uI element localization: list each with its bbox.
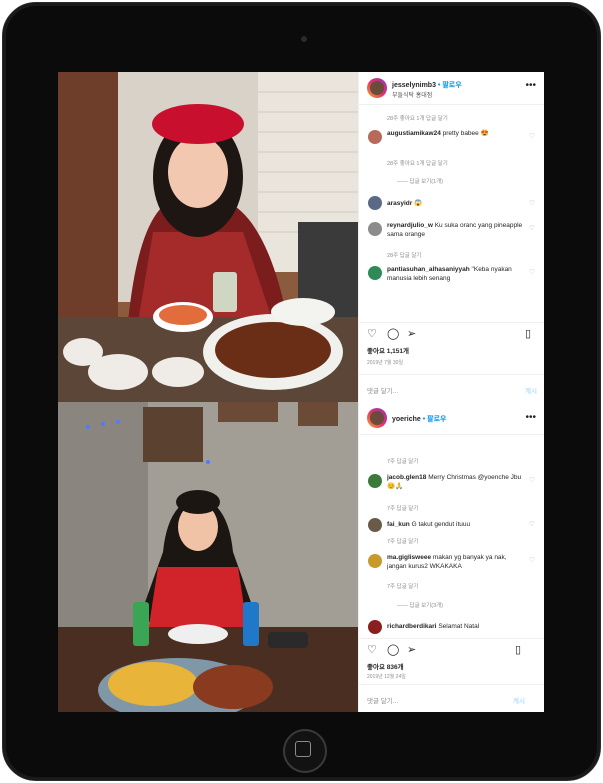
avatar[interactable]	[367, 78, 387, 98]
like-heart-icon[interactable]: ♡	[529, 199, 535, 207]
like-heart-icon[interactable]: ♡	[529, 556, 535, 564]
view-replies-label[interactable]: —— 답글 보기(1개)	[397, 177, 443, 185]
like-heart-icon[interactable]: ♡	[529, 268, 535, 276]
post-actions-2: ♡ ◯ ➢ ▯ 좋아요 836개 2019년 12월 24일	[359, 638, 544, 685]
follow-button[interactable]: • 팔로우	[423, 416, 447, 423]
post-username[interactable]: jesselynimb3 • 팔로우	[392, 80, 462, 90]
comment-item: pantiasuhan_alhasaniyyah "Keba nyakan ma…	[359, 263, 544, 291]
likes-count[interactable]: 좋아요 836개	[367, 661, 404, 671]
comment-meta: 7주 답글 달기	[387, 539, 419, 545]
avatar[interactable]	[368, 474, 382, 488]
avatar[interactable]	[368, 196, 382, 210]
likes-count[interactable]: 좋아요 1,151개	[367, 345, 409, 355]
instagram-post-1: jesselynimb3 • 팔로우 부들식탁 홍대점 ••• 28주 좋아요 …	[58, 72, 544, 402]
photo-illustration-2	[58, 402, 358, 712]
avatar[interactable]	[368, 266, 382, 280]
like-heart-icon[interactable]: ♡	[529, 132, 535, 140]
avatar[interactable]	[368, 620, 382, 634]
more-options-icon[interactable]: •••	[525, 412, 536, 423]
comment-text: reynardjulio_w Ku suka oranc yang pineap…	[387, 222, 523, 238]
bookmark-icon[interactable]: ▯	[515, 643, 521, 656]
add-comment-bar: 댓글 달기... 게시	[359, 374, 544, 403]
comment-text: richardberdikari Selamat Natal	[387, 623, 480, 630]
post-photo-1[interactable]	[58, 72, 358, 402]
comment-meta: 7주 답글 달기	[387, 459, 419, 465]
comment-text: pantiasuhan_alhasaniyyah "Keba nyakan ma…	[387, 266, 512, 282]
post-header-2: yoeriche • 팔로우 •••	[359, 402, 544, 435]
post-actions-1: ♡ ◯ ➢ ▯ 좋아요 1,151개 2019년 7월 30일	[359, 322, 544, 375]
like-heart-icon[interactable]: ♡	[529, 520, 535, 528]
view-replies[interactable]: —— 답글 보기(1개)	[359, 171, 544, 193]
comment-text: ma.giglisweee makan yg banyak ya nak, ja…	[387, 554, 507, 570]
like-heart-icon[interactable]: ♡	[529, 476, 535, 484]
comment-item: ma.giglisweee makan yg banyak ya nak, ja…	[359, 551, 544, 595]
comment-item: 28주 좋아요 1개 답글 달기	[359, 105, 544, 127]
instagram-post-2: yoeriche • 팔로우 ••• 7주 답글 달기 jacob.glen18…	[58, 402, 544, 712]
post-location[interactable]: 부들식탁 홍대점	[392, 90, 432, 99]
photo-illustration-1	[58, 72, 358, 402]
add-comment-bar: 댓글 달기... 게시	[359, 684, 544, 712]
like-heart-icon[interactable]: ♡	[367, 643, 377, 656]
post-photo-2[interactable]	[58, 402, 358, 712]
post-panel-2: yoeriche • 팔로우 ••• 7주 답글 달기 jacob.glen18…	[358, 402, 544, 712]
comment-meta: 7주 답글 달기	[387, 584, 419, 590]
add-comment-input[interactable]: 댓글 달기...	[367, 385, 398, 395]
post-date: 2019년 7월 30일	[367, 360, 404, 366]
like-heart-icon[interactable]: ♡	[529, 224, 535, 232]
comment-icon[interactable]: ◯	[387, 327, 399, 340]
post-comment-button[interactable]: 게시	[513, 695, 525, 705]
comment-text: fai_kun G takut gendut ituuu	[387, 521, 471, 528]
comment-icon[interactable]: ◯	[387, 643, 399, 656]
avatar[interactable]	[368, 222, 382, 236]
comment-meta: 28주 좋아요 1개 답글 달기	[387, 161, 448, 167]
post-username[interactable]: yoeriche • 팔로우	[392, 414, 446, 424]
post-comment-button[interactable]: 게시	[525, 385, 537, 395]
comment-item: richardberdikari Selamat Natal	[359, 617, 544, 635]
comment-item: 7주 답글 달기	[359, 435, 544, 471]
more-options-icon[interactable]: •••	[525, 80, 536, 91]
comment-meta: 28주 답글 달기	[387, 253, 422, 259]
follow-button[interactable]: • 팔로우	[438, 82, 462, 89]
share-icon[interactable]: ➢	[407, 327, 416, 340]
view-replies[interactable]: —— 답글 보기(3개)	[359, 595, 544, 617]
post-header-1: jesselynimb3 • 팔로우 부들식탁 홍대점 •••	[359, 72, 544, 105]
comment-text: jacob.glen18 Merry Christmas @yoenche Jb…	[387, 474, 522, 490]
screen: jesselynimb3 • 팔로우 부들식탁 홍대점 ••• 28주 좋아요 …	[58, 72, 544, 712]
avatar[interactable]	[367, 408, 387, 428]
comment-meta: 7주 답글 달기	[387, 506, 419, 512]
add-comment-input[interactable]: 댓글 달기...	[367, 695, 398, 705]
home-square-icon	[295, 741, 311, 757]
post-date: 2019년 12월 24일	[367, 674, 406, 680]
bookmark-icon[interactable]: ▯	[525, 327, 531, 340]
comment-item: augustiamikaw24 pretty babee 😍 ♡ 28주 좋아요…	[359, 127, 544, 171]
like-heart-icon[interactable]: ♡	[367, 327, 377, 340]
post-panel-1: jesselynimb3 • 팔로우 부들식탁 홍대점 ••• 28주 좋아요 …	[358, 72, 544, 402]
view-replies-label[interactable]: —— 답글 보기(3개)	[397, 601, 443, 609]
comment-item: jacob.glen18 Merry Christmas @yoenche Jb…	[359, 471, 544, 515]
avatar[interactable]	[368, 518, 382, 532]
avatar[interactable]	[368, 130, 382, 144]
comment-item: reynardjulio_w Ku suka oranc yang pineap…	[359, 219, 544, 263]
share-icon[interactable]: ➢	[407, 643, 416, 656]
avatar[interactable]	[368, 554, 382, 568]
comment-text: arasyidr 😱	[387, 200, 423, 207]
comment-item: fai_kun G takut gendut ituuu ♡ 7주 답글 달기	[359, 515, 544, 551]
comment-text: augustiamikaw24 pretty babee 😍	[387, 130, 489, 137]
camera-icon	[301, 36, 307, 42]
comment-item: arasyidr 😱 ♡	[359, 193, 544, 219]
comment-meta: 28주 좋아요 1개 답글 달기	[387, 116, 448, 122]
